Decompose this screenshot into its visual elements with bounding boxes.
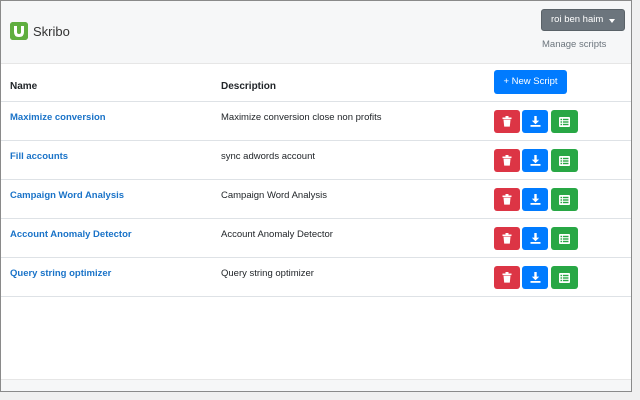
download-script-button[interactable] [522,149,548,172]
delete-script-button[interactable] [494,227,520,250]
script-row: Fill accounts sync adwords account [1,141,631,180]
delete-script-button[interactable] [494,110,520,133]
script-name-link[interactable]: Fill accounts [10,151,68,162]
download-script-button[interactable] [522,110,548,133]
app-title: Skribo [33,24,70,39]
script-name-link[interactable]: Maximize conversion [10,112,106,123]
script-row: Account Anomaly Detector Account Anomaly … [1,219,631,258]
trash-icon [502,155,512,166]
extension-popup: Skribo roi ben haim Manage scripts Name … [0,0,632,392]
script-description: Maximize conversion close non profits [221,112,382,123]
script-row: Campaign Word Analysis Campaign Word Anal… [1,180,631,219]
script-row: Maximize conversion Maximize conversion c… [1,102,631,141]
script-name-link[interactable]: Campaign Word Analysis [10,190,124,201]
trash-icon [502,194,512,205]
script-description: sync adwords account [221,151,315,162]
view-script-button[interactable] [551,188,578,211]
list-icon [559,194,570,205]
view-script-button[interactable] [551,149,578,172]
download-script-button[interactable] [522,227,548,250]
list-icon [559,116,570,127]
delete-script-button[interactable] [494,188,520,211]
skribo-logo-icon [10,22,28,40]
list-icon [559,233,570,244]
trash-icon [502,116,512,127]
script-name-link[interactable]: Query string optimizer [10,268,111,279]
download-icon [530,116,541,127]
trash-icon [502,233,512,244]
download-script-button[interactable] [522,188,548,211]
new-script-button[interactable]: + New Script [494,70,567,94]
script-name-link[interactable]: Account Anomaly Detector [10,229,132,240]
header: Skribo roi ben haim Manage scripts [1,1,631,64]
script-description: Query string optimizer [221,268,314,279]
download-icon [530,155,541,166]
delete-script-button[interactable] [494,149,520,172]
user-dropdown-button[interactable]: roi ben haim [541,9,625,31]
download-icon [530,272,541,283]
caret-down-icon [609,19,615,23]
delete-script-button[interactable] [494,266,520,289]
download-icon [530,233,541,244]
view-script-button[interactable] [551,227,578,250]
column-header-name: Name [10,81,38,92]
download-script-button[interactable] [522,266,548,289]
view-script-button[interactable] [551,266,578,289]
user-label: roi ben haim [551,14,604,25]
footer-strip [1,379,631,391]
script-description: Account Anomaly Detector [221,229,333,240]
script-row: Query string optimizer Query string optim… [1,258,631,297]
download-icon [530,194,541,205]
list-icon [559,272,570,283]
list-icon [559,155,570,166]
script-description: Campaign Word Analysis [221,190,327,201]
view-script-button[interactable] [551,110,578,133]
column-header-description: Description [221,81,277,92]
trash-icon [502,272,512,283]
manage-scripts-link[interactable]: Manage scripts [542,39,606,50]
